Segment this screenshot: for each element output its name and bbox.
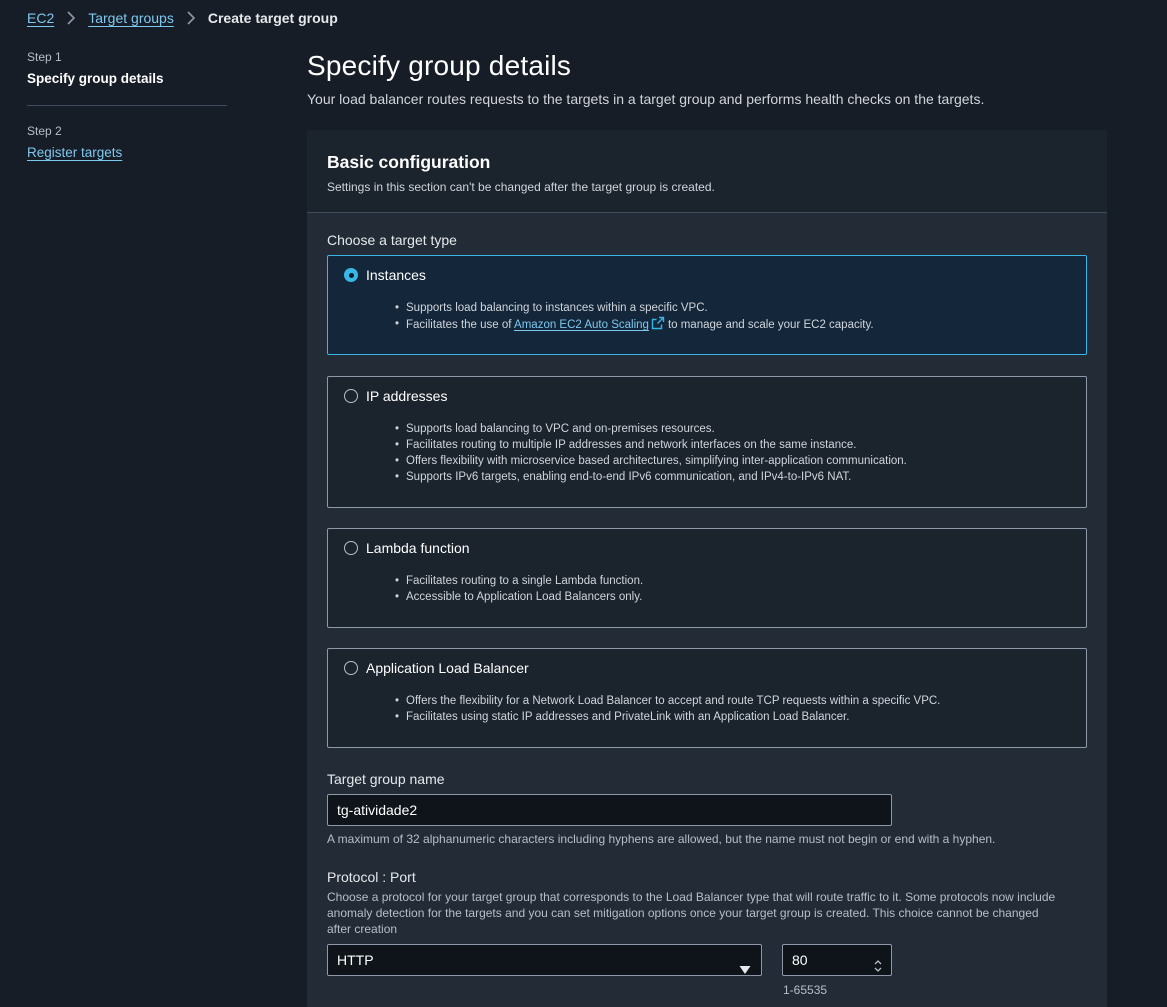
list-item: Offers flexibility with microservice bas… xyxy=(395,453,907,469)
target-type-instances[interactable]: Instances Supports load balancing to ins… xyxy=(327,255,1087,355)
target-group-name-input[interactable] xyxy=(327,794,892,826)
list-item: Facilitates using static IP addresses an… xyxy=(395,709,940,725)
list-item: Supports load balancing to instances wit… xyxy=(395,300,874,316)
help-line: anomaly detection for the targets and yo… xyxy=(327,906,1039,920)
radio-selected[interactable] xyxy=(344,268,358,282)
chevron-right-icon xyxy=(62,9,80,27)
page-description: Your load balancer routes requests to th… xyxy=(307,91,985,107)
ec2-auto-scaling-link[interactable]: Amazon EC2 Auto Scaling xyxy=(514,319,649,331)
panel-title: Basic configuration xyxy=(327,152,491,172)
help-line: after creation xyxy=(327,922,398,936)
port-value: 80 xyxy=(792,952,808,968)
caret-down-icon xyxy=(739,955,751,974)
target-type-bullets: Supports load balancing to instances wit… xyxy=(395,300,874,333)
panel-header: Basic configuration Settings in this sec… xyxy=(307,130,1107,213)
list-item: Offers the flexibility for a Network Loa… xyxy=(395,693,940,709)
wizard-steps: Step 1 Specify group details Step 2 Regi… xyxy=(27,50,227,162)
breadcrumb: EC2 Target groups Create target group xyxy=(27,8,338,28)
target-type-application-load-balancer[interactable]: Application Load Balancer Offers the fle… xyxy=(327,648,1087,748)
target-type-title: Lambda function xyxy=(366,540,470,556)
protocol-select[interactable]: HTTP xyxy=(327,944,762,976)
list-item: Supports IPv6 targets, enabling end-to-e… xyxy=(395,469,907,485)
target-type-lambda-function[interactable]: Lambda function Facilitates routing to a… xyxy=(327,528,1087,628)
step-1-label: Step 1 xyxy=(27,50,62,64)
page-title: Specify group details xyxy=(307,50,572,81)
spinner-icon[interactable] xyxy=(873,953,883,972)
step-2-label: Step 2 xyxy=(27,124,62,138)
panel-description: Settings in this section can't be change… xyxy=(327,180,715,194)
target-type-ip-addresses[interactable]: IP addresses Supports load balancing to … xyxy=(327,376,1087,508)
breadcrumb-link-target-groups[interactable]: Target groups xyxy=(88,10,174,26)
breadcrumb-link-ec2[interactable]: EC2 xyxy=(27,10,54,26)
basic-configuration-panel: Basic configuration Settings in this sec… xyxy=(307,130,1107,1007)
protocol-select-value: HTTP xyxy=(337,952,374,968)
external-link-icon xyxy=(651,316,665,330)
radio-unselected[interactable] xyxy=(344,661,358,675)
protocol-port-help: Choose a protocol for your target group … xyxy=(327,889,1055,937)
port-range-help: 1-65535 xyxy=(783,983,828,997)
step-divider xyxy=(27,105,227,106)
radio-unselected[interactable] xyxy=(344,541,358,555)
list-item: Facilitates routing to a single Lambda f… xyxy=(395,573,643,589)
list-item: Supports load balancing to VPC and on-pr… xyxy=(395,421,907,437)
target-type-title: Instances xyxy=(366,267,426,283)
help-line: Choose a protocol for your target group … xyxy=(327,890,1056,904)
protocol-port-label: Protocol : Port xyxy=(327,869,416,885)
list-item: Facilitates the use of Amazon EC2 Auto S… xyxy=(395,316,874,333)
list-item: Accessible to Application Load Balancers… xyxy=(395,589,643,605)
list-item: Facilitates routing to multiple IP addre… xyxy=(395,437,907,453)
radio-unselected[interactable] xyxy=(344,389,358,403)
target-type-bullets: Supports load balancing to VPC and on-pr… xyxy=(395,421,907,485)
target-group-name-label: Target group name xyxy=(327,771,445,787)
port-input[interactable]: 80 xyxy=(782,944,892,976)
target-type-label: Choose a target type xyxy=(327,232,457,248)
target-type-title: Application Load Balancer xyxy=(366,660,529,676)
step-2-link[interactable]: Register targets xyxy=(27,145,122,160)
target-type-bullets: Offers the flexibility for a Network Loa… xyxy=(395,693,940,725)
breadcrumb-current: Create target group xyxy=(207,10,338,26)
target-type-bullets: Facilitates routing to a single Lambda f… xyxy=(395,573,643,605)
chevron-right-icon xyxy=(182,9,200,27)
step-1-title: Specify group details xyxy=(27,71,164,86)
target-type-title: IP addresses xyxy=(366,388,448,404)
target-group-name-help: A maximum of 32 alphanumeric characters … xyxy=(327,832,996,846)
